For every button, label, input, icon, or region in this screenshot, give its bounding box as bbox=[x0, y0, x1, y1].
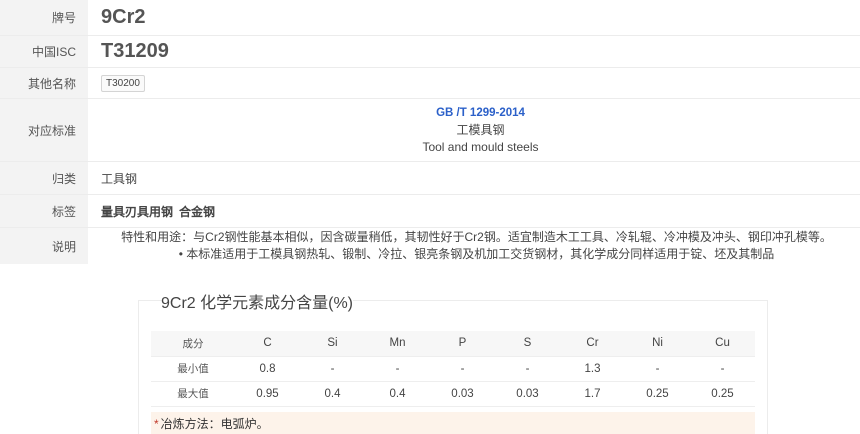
min-value: 0.8 bbox=[235, 356, 300, 382]
composition-title: 9Cr2 化学元素成分含量(%) bbox=[161, 289, 354, 313]
element-header: S bbox=[495, 331, 560, 357]
min-value: - bbox=[365, 356, 430, 382]
row-category: 归类 工具钢 bbox=[0, 162, 860, 195]
header-label: 成分 bbox=[151, 331, 235, 357]
element-header: Cr bbox=[560, 331, 625, 357]
row-isc: 中国ISC T31209 bbox=[0, 36, 860, 68]
table-row-max: 最大值 0.95 0.4 0.4 0.03 0.03 1.7 0.25 0.25 bbox=[151, 381, 755, 407]
element-header: Si bbox=[300, 331, 365, 357]
tag-item[interactable]: 合金钢 bbox=[179, 203, 215, 220]
max-value: 0.03 bbox=[430, 381, 495, 407]
brand-value: 9Cr2 bbox=[101, 6, 146, 28]
description-label: 说明 bbox=[0, 228, 88, 264]
other-names-label: 其他名称 bbox=[0, 68, 88, 98]
max-label: 最大值 bbox=[151, 381, 235, 407]
steel-info-table: 牌号 9Cr2 中国ISC T31209 其他名称 T30200 对应标准 GB… bbox=[0, 0, 860, 264]
min-value: - bbox=[300, 356, 365, 382]
tag-item[interactable]: 量具刃具用钢 bbox=[101, 203, 173, 220]
max-value: 0.03 bbox=[495, 381, 560, 407]
composition-table: 成分 C Si Mn P S Cr Ni Cu 最小值 0.8 - - - - … bbox=[151, 331, 755, 407]
standard-name-en: Tool and mould steels bbox=[422, 139, 539, 154]
row-other-names: 其他名称 T30200 bbox=[0, 68, 860, 99]
element-header: Cu bbox=[690, 331, 755, 357]
max-value: 0.4 bbox=[365, 381, 430, 407]
brand-label: 牌号 bbox=[0, 0, 88, 35]
max-value: 0.25 bbox=[625, 381, 690, 407]
note-text: 冶炼方法：电弧炉。 bbox=[160, 417, 269, 431]
standard-label: 对应标准 bbox=[0, 99, 88, 161]
max-value: 1.7 bbox=[560, 381, 625, 407]
min-value: - bbox=[495, 356, 560, 382]
standard-name-cn: 工模具钢 bbox=[456, 122, 505, 137]
isc-label: 中国ISC bbox=[0, 36, 88, 67]
min-value: - bbox=[625, 356, 690, 382]
element-header: C bbox=[235, 331, 300, 357]
row-tags: 标签 量具刃具用钢 合金钢 bbox=[0, 195, 860, 228]
tags-label: 标签 bbox=[0, 195, 88, 227]
min-value: - bbox=[430, 356, 495, 382]
min-value: 1.3 bbox=[560, 356, 625, 382]
row-description: 说明 特性和用途：与Cr2钢性能基本相似，因含碳量稍低，其韧性好于Cr2钢。适宜… bbox=[0, 228, 860, 264]
max-value: 0.95 bbox=[235, 381, 300, 407]
table-header-row: 成分 C Si Mn P S Cr Ni Cu bbox=[151, 331, 755, 357]
table-row-min: 最小值 0.8 - - - - 1.3 - - bbox=[151, 356, 755, 382]
category-value: 工具钢 bbox=[101, 171, 138, 186]
element-header: Mn bbox=[365, 331, 430, 357]
note-star: * bbox=[154, 416, 159, 431]
standard-code-link[interactable]: GB /T 1299-2014 bbox=[436, 107, 525, 119]
smelting-note: * 冶炼方法：电弧炉。 bbox=[151, 412, 755, 434]
row-brand: 牌号 9Cr2 bbox=[0, 0, 860, 36]
min-value: - bbox=[690, 356, 755, 382]
max-value: 0.25 bbox=[690, 381, 755, 407]
other-name-chip[interactable]: T30200 bbox=[101, 74, 145, 92]
composition-panel: 9Cr2 化学元素成分含量(%) 成分 C Si Mn P S Cr Ni Cu… bbox=[138, 289, 768, 434]
description-line: 特性和用途：与Cr2钢性能基本相似，因含碳量稍低，其韧性好于Cr2钢。适宜制造木… bbox=[121, 230, 832, 244]
max-value: 0.4 bbox=[300, 381, 365, 407]
min-label: 最小值 bbox=[151, 356, 235, 382]
description-line: • 本标准适用于工模具钢热轧、锻制、冷拉、银亮条钢及机加工交货钢材，其化学成分同… bbox=[178, 247, 775, 261]
element-header: P bbox=[430, 331, 495, 357]
category-label: 归类 bbox=[0, 162, 88, 194]
element-header: Ni bbox=[625, 331, 690, 357]
row-standard: 对应标准 GB /T 1299-2014 工模具钢 Tool and mould… bbox=[0, 99, 860, 162]
isc-value: T31209 bbox=[101, 40, 169, 62]
